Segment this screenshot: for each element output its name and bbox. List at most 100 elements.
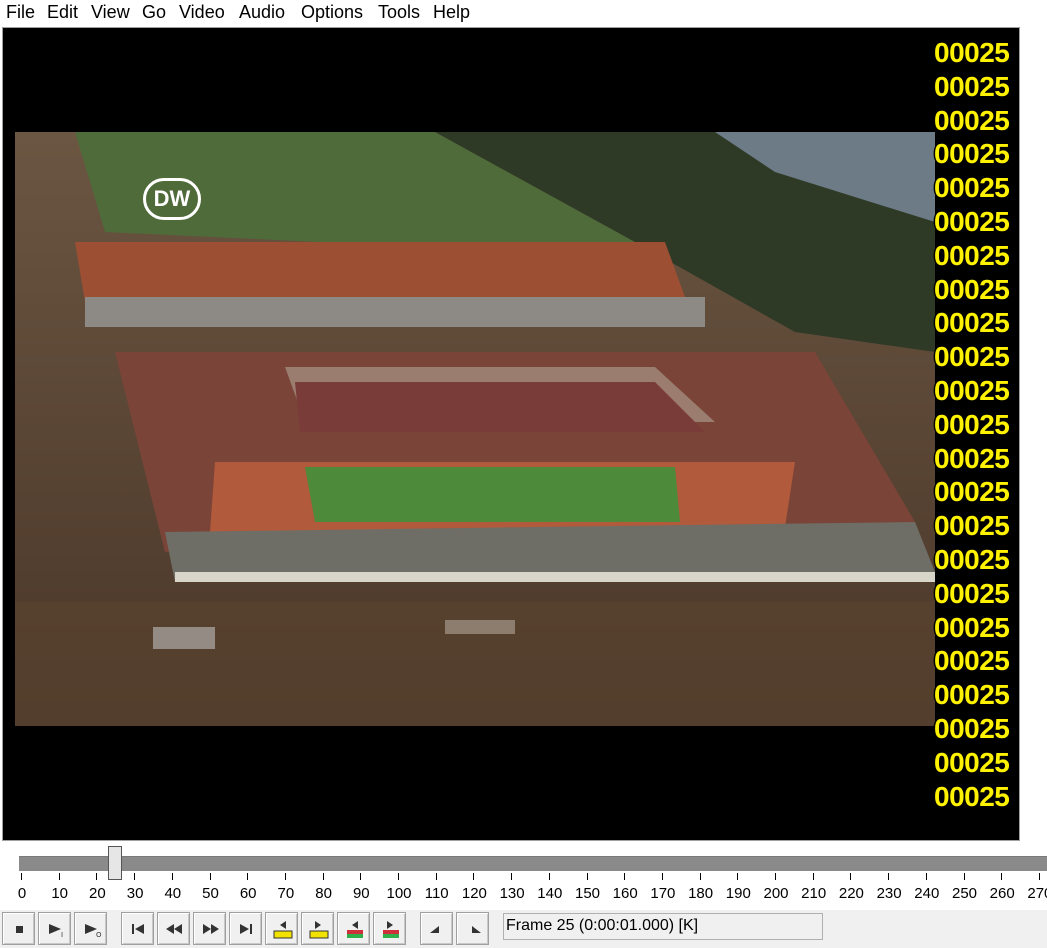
frame-number-line: 00025 [934, 645, 1010, 677]
timeline-tick-label: 120 [461, 885, 487, 902]
frame-number-line: 00025 [934, 577, 1010, 609]
timeline-tick [775, 873, 776, 880]
previous-scene-button[interactable] [337, 912, 370, 945]
frame-number-line: 00025 [934, 679, 1010, 711]
timeline-tick [247, 873, 249, 880]
play-input-button[interactable]: I [38, 912, 71, 945]
stop-icon [16, 926, 23, 933]
play-output-button[interactable]: O [74, 912, 107, 945]
previous-keyframe-icon [273, 921, 293, 939]
timeline-tick [435, 873, 437, 880]
next-scene-button[interactable] [373, 912, 406, 945]
timeline-tick [699, 873, 701, 880]
frame-number-line: 00025 [934, 138, 1010, 170]
frame-number-line: 00025 [934, 307, 1010, 339]
timeline-tick-label: 60 [239, 885, 257, 902]
timeline-tick [284, 873, 286, 880]
timeline-tick [586, 873, 588, 880]
frame-number-line: 00025 [934, 408, 1010, 440]
timeline-tick [925, 873, 927, 880]
frame-counter-overlay: 00025 00025 00025 00025 00025 00025 00025 00025… [934, 36, 1019, 813]
menu-options[interactable]: Options [301, 1, 363, 23]
step-backward-icon [166, 924, 182, 934]
timeline-tick-label: 250 [951, 885, 978, 902]
timeline-tick-label: 270 [1027, 885, 1047, 902]
svg-text:I: I [61, 931, 63, 939]
go-to-end-icon [240, 924, 252, 934]
frame-status: Frame 25 (0:00:01.000) [K] [503, 913, 823, 940]
frame-number-line: 00025 [934, 273, 1010, 305]
timeline-tick-label: 220 [838, 885, 864, 902]
mark-out-icon [472, 926, 481, 933]
frame-number-line: 00025 [934, 70, 1010, 102]
next-scene-icon [383, 921, 399, 938]
next-keyframe-button[interactable] [301, 912, 334, 945]
video-frame-image: DW [15, 132, 935, 726]
timeline-tick-label: 0 [17, 885, 27, 902]
go-to-start-icon [132, 924, 144, 934]
timeline-tick-label: 170 [650, 885, 676, 902]
frame-number-line: 00025 [934, 611, 1010, 643]
frame-number-line: 00025 [934, 442, 1010, 474]
menu-bar: File Edit View Go Video Audio Options To… [0, 0, 1047, 24]
menu-go[interactable]: Go [142, 1, 166, 23]
frame-number-line: 00025 [934, 476, 1010, 508]
mark-in-button[interactable] [420, 912, 453, 945]
timeline-tick-label: 130 [499, 885, 525, 902]
timeline-tick [963, 873, 965, 880]
frame-number-line: 00025 [934, 205, 1010, 237]
timeline-track[interactable] [19, 856, 1047, 871]
timeline-tick-label: 90 [352, 885, 370, 902]
timeline-tick [1001, 873, 1003, 880]
timeline-tick-label: 40 [164, 885, 182, 902]
frame-number-line: 00025 [934, 510, 1010, 542]
timeline-tick [209, 873, 211, 880]
timeline-tick-label: 20 [89, 885, 106, 902]
step-forward-button[interactable] [193, 912, 226, 945]
timeline-tick [398, 873, 399, 880]
timeline-tick-label: 100 [386, 885, 412, 902]
timeline-tick [58, 873, 60, 880]
timeline-tick-label: 180 [688, 885, 714, 902]
timeline-tick-label: 150 [574, 885, 601, 902]
menu-help[interactable]: Help [433, 1, 470, 23]
timeline-tick-label: 80 [315, 885, 332, 902]
mark-in-icon [430, 926, 439, 933]
timeline-tick [96, 873, 98, 880]
play-input-icon: I [49, 924, 63, 939]
menu-video[interactable]: Video [179, 1, 225, 23]
play-output-icon: O [85, 924, 102, 939]
frame-number-line: 00025 [934, 780, 1010, 812]
timeline-tick-label: 210 [801, 885, 827, 902]
step-backward-button[interactable] [157, 912, 190, 945]
timeline-tick [134, 873, 136, 880]
frame-number-line: 00025 [934, 104, 1010, 136]
timeline-tick-label: 70 [277, 885, 295, 902]
timeline-tick-label: 260 [989, 885, 1015, 902]
timeline-tick [737, 873, 739, 880]
timeline-tick [888, 873, 890, 880]
timeline-tick [360, 873, 362, 880]
frame-number-line: 00025 [934, 37, 1010, 68]
go-to-start-button[interactable] [121, 912, 154, 945]
menu-view[interactable]: View [91, 1, 130, 23]
timeline-tick [624, 873, 626, 880]
menu-audio[interactable]: Audio [239, 1, 285, 23]
timeline-tick [661, 873, 663, 880]
timeline-tick-label: 50 [202, 885, 219, 902]
previous-keyframe-button[interactable] [265, 912, 298, 945]
timeline-ruler: 0 10 20 30 40 50 60 70 80 90 100 110 120 130 140 150 160… [0, 873, 1047, 905]
timeline-tick-label: 160 [612, 885, 638, 902]
go-to-end-button[interactable] [229, 912, 262, 945]
timeline-tick-label: 30 [126, 885, 144, 902]
video-display: DW 00025 00025 00025 00025 00025 00025 00025 00… [2, 27, 1020, 841]
timeline-tick-label: 240 [914, 885, 940, 902]
next-keyframe-icon [309, 921, 329, 939]
stop-button[interactable] [2, 912, 35, 945]
frame-number-line: 00025 [934, 712, 1010, 744]
menu-file[interactable]: File [6, 1, 35, 23]
menu-edit[interactable]: Edit [47, 1, 78, 23]
step-forward-icon [203, 924, 219, 934]
menu-tools[interactable]: Tools [378, 1, 420, 23]
mark-out-button[interactable] [456, 912, 489, 945]
